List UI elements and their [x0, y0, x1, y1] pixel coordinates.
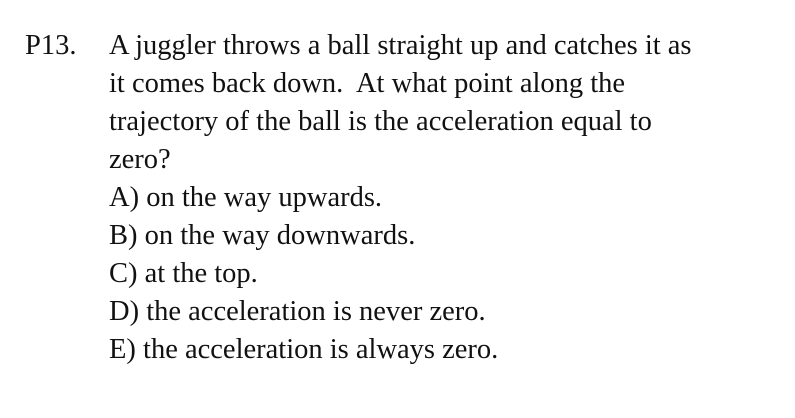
answer-option-d: D) the acceleration is never zero. — [109, 296, 486, 327]
answer-option-a: A) on the way upwards. — [109, 182, 383, 213]
question-line: zero? — [109, 144, 171, 175]
answer-options: A) on the way upwards. B) on the way dow… — [109, 179, 785, 369]
answer-option-c: C) at the top. — [109, 258, 258, 289]
answer-option-b: B) on the way downwards. — [109, 220, 416, 251]
question-line: it comes back down. At what point along … — [109, 68, 626, 99]
problem-block: P13. A juggler throws a ball straight up… — [25, 27, 785, 369]
question-line: trajectory of the ball is the accelerati… — [109, 106, 652, 137]
problem-number: P13. — [25, 30, 77, 61]
question-line: A juggler throws a ball straight up and … — [109, 30, 692, 61]
answer-option-e: E) the acceleration is always zero. — [109, 334, 499, 365]
question-text: A juggler throws a ball straight up and … — [109, 27, 785, 179]
problem-body: A juggler throws a ball straight up and … — [109, 27, 785, 369]
